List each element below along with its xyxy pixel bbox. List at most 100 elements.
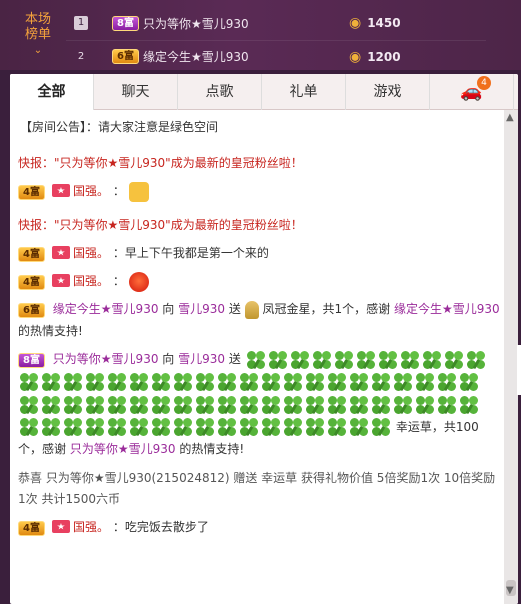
side-drag-handle[interactable]: [517, 345, 521, 395]
scrollbar[interactable]: ▲ ▼: [504, 110, 518, 604]
tab-song[interactable]: 点歌: [178, 74, 262, 110]
wealth-badge: 4富: [18, 521, 45, 536]
wealth-badge: 4富: [18, 247, 45, 262]
clover-icon: [128, 394, 150, 416]
clover-icon: [106, 416, 128, 438]
vip-star-icon: [51, 184, 70, 197]
clover-icon: [40, 394, 62, 416]
room-notice: 【房间公告】：请大家注意是绿色空间: [20, 120, 219, 134]
tab-bar: 全部 聊天 点歌 礼单 游戏 🚗 4: [10, 74, 518, 110]
clover-icon: [245, 349, 267, 371]
ranking-toggle[interactable]: 本场 榜单 ⌄: [14, 12, 62, 58]
tab-gift-list[interactable]: 礼单: [262, 74, 346, 110]
sender-name[interactable]: 缘定今生★雪儿930: [53, 302, 159, 316]
clover-icon: [216, 371, 238, 393]
clover-icon: [260, 394, 282, 416]
to-label: 向: [162, 302, 175, 316]
thanks-tail: 的热情支持!: [18, 324, 83, 338]
thanks-tail: 的热情支持!: [179, 442, 245, 456]
clover-icon: [443, 349, 465, 371]
ranking-row[interactable]: 1 8富 只为等你★雪儿930 ◉ 1450: [66, 10, 486, 36]
wealth-badge: 6富: [18, 303, 45, 318]
clover-icon: [128, 371, 150, 393]
message-separator: ：: [112, 184, 125, 198]
to-label: 向: [162, 352, 175, 366]
ranking-bar: 本场 榜单 ⌄ 1 8富 只为等你★雪儿930 ◉ 1450 2 6富 缘定今生…: [0, 0, 521, 70]
angry-face-icon: [128, 271, 149, 292]
clover-icon: [421, 349, 443, 371]
clover-icon: [370, 371, 392, 393]
system-message: 恭喜 只为等你★雪儿930(215024812) 赠送 幸运草 获得礼物价值 5…: [18, 471, 496, 506]
clover-icon: [62, 416, 84, 438]
clover-icon: [150, 416, 172, 438]
scroll-down-icon[interactable]: ▼: [506, 585, 514, 596]
clover-icon: [172, 394, 194, 416]
clover-icon: [392, 394, 414, 416]
chat-message: 4富 国强。 ：早上下午我都是第一个来的: [18, 242, 500, 264]
crown-gift-icon: [244, 300, 259, 319]
clover-icon: [84, 416, 106, 438]
send-label: 送: [228, 302, 241, 316]
clover-icon: [333, 349, 355, 371]
message-list: 快报："只为等你★雪儿930"成为最新的皇冠粉丝啦！ 4富 国强。 ： 快报："只…: [10, 152, 518, 538]
coin-icon: ◉: [348, 15, 362, 31]
rank-name[interactable]: 只为等你★雪儿930: [143, 15, 343, 32]
chevron-down-icon[interactable]: ⌄: [14, 43, 62, 58]
clover-icon: [84, 394, 106, 416]
username[interactable]: 国强。: [73, 246, 109, 260]
clover-icon: [377, 349, 399, 371]
clover-icon: [282, 394, 304, 416]
tab-game[interactable]: 游戏: [346, 74, 430, 110]
rank-score: 1200: [367, 49, 401, 64]
recipient-name[interactable]: 雪儿930: [178, 352, 225, 366]
clover-icon: [172, 416, 194, 438]
thanks-name[interactable]: 只为等你★雪儿930: [70, 442, 176, 456]
username[interactable]: 国强。: [73, 274, 109, 288]
recipient-name[interactable]: 雪儿930: [178, 302, 225, 316]
tab-all[interactable]: 全部: [10, 74, 94, 110]
username[interactable]: 国强。: [73, 520, 109, 534]
sender-name[interactable]: 只为等你★雪儿930: [53, 352, 159, 366]
clover-icon: [216, 394, 238, 416]
clover-icon: [436, 371, 458, 393]
thanks-name[interactable]: 缘定今生★雪儿930: [394, 302, 500, 316]
clover-icon: [304, 371, 326, 393]
clover-icon: [150, 394, 172, 416]
ranking-row[interactable]: 2 6富 缘定今生★雪儿930 ◉ 1200: [66, 40, 486, 68]
clover-icon: [289, 349, 311, 371]
clover-icon: [282, 416, 304, 438]
wealth-badge: 4富: [18, 275, 45, 290]
username[interactable]: 国强。: [73, 184, 109, 198]
clover-icon: [348, 416, 370, 438]
chat-panel: 全部 聊天 点歌 礼单 游戏 🚗 4 【房间公告】：请大家注意是绿色空间 快报：…: [10, 74, 518, 604]
clover-icon: [128, 416, 150, 438]
rank-number: 2: [77, 50, 85, 62]
chat-message: 4富 国强。 ：吃完饭去散步了: [18, 516, 500, 538]
clover-icon: [414, 371, 436, 393]
ranking-label-line2: 榜单: [24, 27, 51, 42]
clover-icon: [458, 371, 480, 393]
clover-icon: [172, 371, 194, 393]
scroll-up-icon[interactable]: ▲: [506, 112, 514, 123]
rank-name[interactable]: 缘定今生★雪儿930: [143, 48, 343, 65]
clover-icon: [150, 371, 172, 393]
clover-icon: [260, 371, 282, 393]
clover-icon: [62, 371, 84, 393]
tab-car[interactable]: 🚗 4: [430, 74, 514, 110]
wealth-badge: 4富: [18, 185, 45, 200]
clover-icon: [18, 416, 40, 438]
message-text: ：早上下午我都是第一个来的: [112, 246, 269, 260]
clover-icon: [106, 371, 128, 393]
clover-icon: [348, 371, 370, 393]
clover-icon: [458, 394, 480, 416]
wealth-badge: 6富: [112, 49, 139, 64]
wealth-badge: 8富: [18, 353, 45, 368]
tab-chat[interactable]: 聊天: [94, 74, 178, 110]
gift-message: 8富 只为等你★雪儿930 向 雪儿930 送 幸运草，共100个，感谢 只为等…: [18, 348, 500, 460]
thumbs-up-icon: [128, 181, 149, 202]
clover-icon: [326, 371, 348, 393]
wealth-badge: 8富: [112, 15, 139, 31]
clover-icon: [370, 416, 392, 438]
clover-icon: [267, 349, 289, 371]
vip-star-icon: [51, 520, 70, 533]
